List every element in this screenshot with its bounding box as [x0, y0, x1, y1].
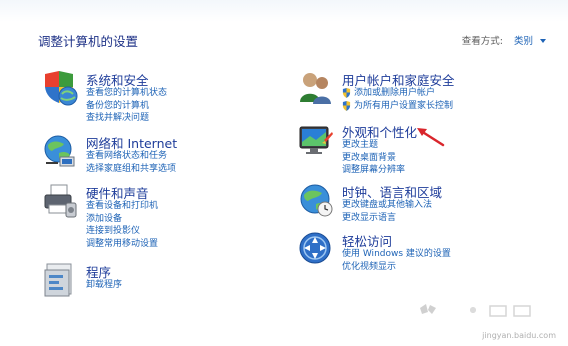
view-by-control[interactable]: 查看方式: 类别 — [462, 33, 546, 47]
link-backup[interactable]: 备份您的计算机 — [86, 100, 167, 113]
link-view-status[interactable]: 查看您的计算机状态 — [86, 87, 167, 100]
watermark-text: jingyan.baidu.com — [482, 331, 556, 340]
link-troubleshoot[interactable]: 查找并解决问题 — [86, 112, 167, 125]
monitor-paint-icon[interactable] — [298, 122, 334, 158]
baidu-jingyan-watermark-icon — [420, 304, 531, 317]
link-mobility[interactable]: 调整常用移动设置 — [86, 238, 158, 251]
link-devices-printers[interactable]: 查看设备和打印机 — [86, 200, 158, 213]
category-links: 添加或删除用户帐户 为所有用户设置家长控制 — [342, 87, 453, 112]
link-uninstall[interactable]: 卸载程序 — [86, 279, 122, 292]
page-title: 调整计算机的设置 — [38, 34, 139, 49]
ease-of-access-icon[interactable] — [298, 231, 334, 267]
view-by-dropdown[interactable]: 类别 — [514, 36, 533, 47]
category-links: 更改主题 更改桌面背景 调整屏幕分辨率 — [342, 139, 405, 177]
link-desktop-background[interactable]: 更改桌面背景 — [342, 152, 405, 165]
link-label: 为所有用户设置家长控制 — [354, 100, 454, 111]
view-by-label: 查看方式: — [461, 36, 503, 47]
printer-icon[interactable] — [42, 183, 78, 219]
link-keyboard-input[interactable]: 更改键盘或其他输入法 — [342, 199, 432, 212]
link-projector[interactable]: 连接到投影仪 — [86, 225, 158, 238]
control-panel-page: 调整计算机的设置 查看方式: 类别 系统和安全 查看您的计算机状态 备份您的计算… — [0, 0, 568, 346]
link-network-status[interactable]: 查看网络状态和任务 — [86, 150, 176, 163]
link-parental-controls[interactable]: 为所有用户设置家长控制 — [342, 100, 453, 113]
category-links: 更改键盘或其他输入法 更改显示语言 — [342, 199, 432, 224]
link-recommended-settings[interactable]: 使用 Windows 建议的设置 — [342, 248, 451, 261]
chevron-down-icon[interactable] — [540, 39, 546, 43]
link-label: 添加或删除用户帐户 — [354, 88, 436, 98]
category-links: 使用 Windows 建议的设置 优化视频显示 — [342, 248, 451, 273]
uac-shield-icon — [342, 100, 351, 111]
link-display-language[interactable]: 更改显示语言 — [342, 212, 432, 225]
link-homegroup[interactable]: 选择家庭组和共享选项 — [86, 163, 176, 176]
category-links: 查看网络状态和任务 选择家庭组和共享选项 — [86, 150, 176, 175]
link-add-remove-users[interactable]: 添加或删除用户帐户 — [342, 87, 453, 100]
programs-icon[interactable] — [42, 262, 78, 298]
clock-globe-icon[interactable] — [298, 182, 334, 218]
annotation-arrow-icon — [417, 128, 445, 147]
top-bar — [0, 0, 568, 22]
link-optimize-display[interactable]: 优化视频显示 — [342, 261, 451, 274]
shield-globe-icon[interactable] — [42, 70, 78, 106]
uac-shield-icon — [342, 88, 351, 99]
category-links: 卸载程序 — [86, 279, 122, 292]
network-globe-icon[interactable] — [42, 133, 78, 169]
link-change-theme[interactable]: 更改主题 — [342, 139, 405, 152]
users-icon[interactable] — [298, 70, 334, 106]
link-add-device[interactable]: 添加设备 — [86, 213, 158, 226]
category-links: 查看您的计算机状态 备份您的计算机 查找并解决问题 — [86, 87, 167, 125]
category-links: 查看设备和打印机 添加设备 连接到投影仪 调整常用移动设置 — [86, 200, 158, 250]
link-screen-resolution[interactable]: 调整屏幕分辨率 — [342, 164, 405, 177]
